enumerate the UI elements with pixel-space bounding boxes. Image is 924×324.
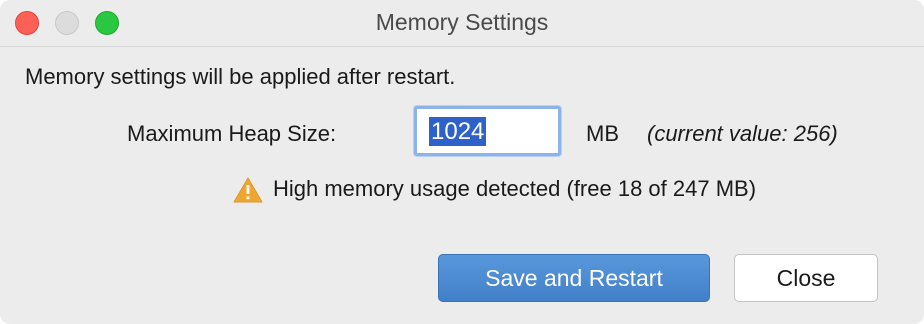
- save-and-restart-button[interactable]: Save and Restart: [438, 254, 710, 302]
- warning-icon: [233, 177, 263, 203]
- title-bar: Memory Settings: [0, 0, 924, 47]
- memory-warning-text: High memory usage detected (free 18 of 2…: [273, 176, 757, 201]
- close-button[interactable]: Close: [734, 254, 878, 302]
- heap-unit-label: MB: [586, 121, 619, 146]
- heap-size-input[interactable]: 1024: [414, 106, 561, 156]
- window-title: Memory Settings: [375, 9, 549, 35]
- restart-info-text: Memory settings will be applied after re…: [25, 64, 456, 89]
- heap-size-value: 1024: [429, 117, 487, 146]
- heap-size-label: Maximum Heap Size:: [127, 121, 337, 146]
- current-value-label: (current value: 256): [647, 121, 838, 146]
- memory-settings-dialog: Memory Settings Memory settings will be …: [0, 0, 924, 324]
